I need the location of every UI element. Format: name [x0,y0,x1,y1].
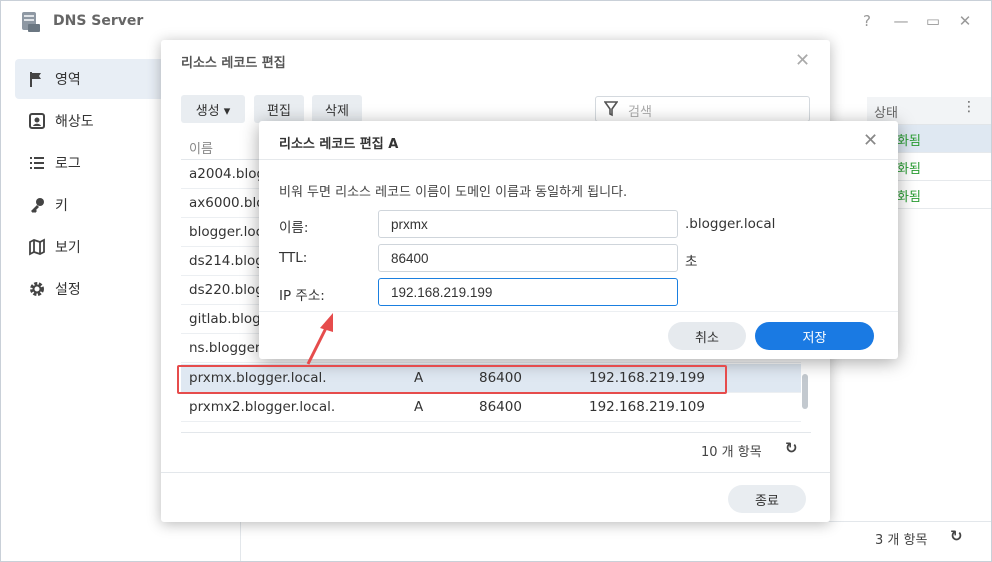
ip-address-field[interactable] [378,278,678,306]
ttl-unit: 초 [685,254,698,270]
sidebar-item-label: 설정 [55,282,81,298]
map-icon [27,237,47,257]
search-input[interactable]: 검색 [595,96,810,122]
column-menu-icon[interactable]: ⋮ [962,99,976,115]
status-text: 화됨 [897,134,921,149]
list-icon [27,153,47,173]
cancel-button[interactable]: 취소 [668,322,746,350]
search-placeholder: 검색 [628,105,652,120]
record-count: 10 개 항목 [701,445,762,460]
record-type: A [414,399,424,415]
create-button[interactable]: 생성 ▾ [181,95,245,123]
record-name: prxmx2.blogger.local. [189,399,336,415]
scrollbar-thumb[interactable] [802,374,808,409]
minimize-icon[interactable]: — [893,13,909,29]
dialog-title: 리소스 레코드 편집 [181,56,286,71]
close-button[interactable]: 종료 [728,485,806,513]
name-label: 이름: [279,220,309,236]
dialog-description: 비워 두면 리소스 레코드 이름이 도메인 이름과 동일하게 됩니다. [279,185,628,200]
gear-icon [27,279,47,299]
zone-count: 3 개 항목 [875,533,928,548]
divider [259,159,898,160]
column-header-name[interactable]: 이름 [189,138,213,157]
help-icon[interactable]: ? [859,13,875,29]
table-row-partial[interactable] [181,422,801,432]
name-field[interactable] [378,210,678,238]
record-value: 192.168.219.109 [589,399,705,415]
filter-icon [604,101,618,117]
ttl-label: TTL: [279,250,308,266]
save-button[interactable]: 저장 [755,322,874,350]
refresh-icon[interactable]: ↻ [785,439,798,457]
sidebar-item-label: 해상도 [55,114,94,130]
title-bar: DNS Server ? — ▭ ✕ [1,1,991,41]
sidebar-item-label: 보기 [55,240,81,256]
ttl-field[interactable] [378,244,678,272]
close-icon[interactable]: ✕ [795,50,810,71]
sidebar-item-label: 영역 [55,72,81,88]
app-title: DNS Server [53,13,144,29]
record-ttl: 86400 [479,399,522,415]
refresh-icon[interactable]: ↻ [950,527,966,545]
name-suffix: .blogger.local [685,216,776,232]
maximize-icon[interactable]: ▭ [925,13,941,29]
ip-label: IP 주소: [279,288,325,304]
sidebar-item-label: 로그 [55,156,81,172]
dialog-title: 리소스 레코드 편집 A [279,137,399,152]
resolution-icon [27,111,47,131]
close-window-icon[interactable]: ✕ [957,13,973,29]
edit-button[interactable]: 편집 [254,95,304,123]
flag-icon [27,69,47,89]
edit-a-record-dialog: 리소스 레코드 편집 A ✕ 비워 두면 리소스 레코드 이름이 도메인 이름과… [259,121,898,359]
status-text: 화됨 [897,190,921,205]
dns-server-app-icon [22,12,40,32]
status-text: 화됨 [897,162,921,177]
key-icon [27,195,47,215]
delete-button[interactable]: 삭제 [312,95,362,123]
table-row[interactable]: prxmx2.blogger.local. A 86400 192.168.21… [181,393,801,422]
status-header-label: 상태 [874,106,898,121]
sidebar-item-label: 키 [55,198,68,214]
divider [259,311,898,312]
close-icon[interactable]: ✕ [863,130,878,151]
highlight-box [177,365,727,394]
